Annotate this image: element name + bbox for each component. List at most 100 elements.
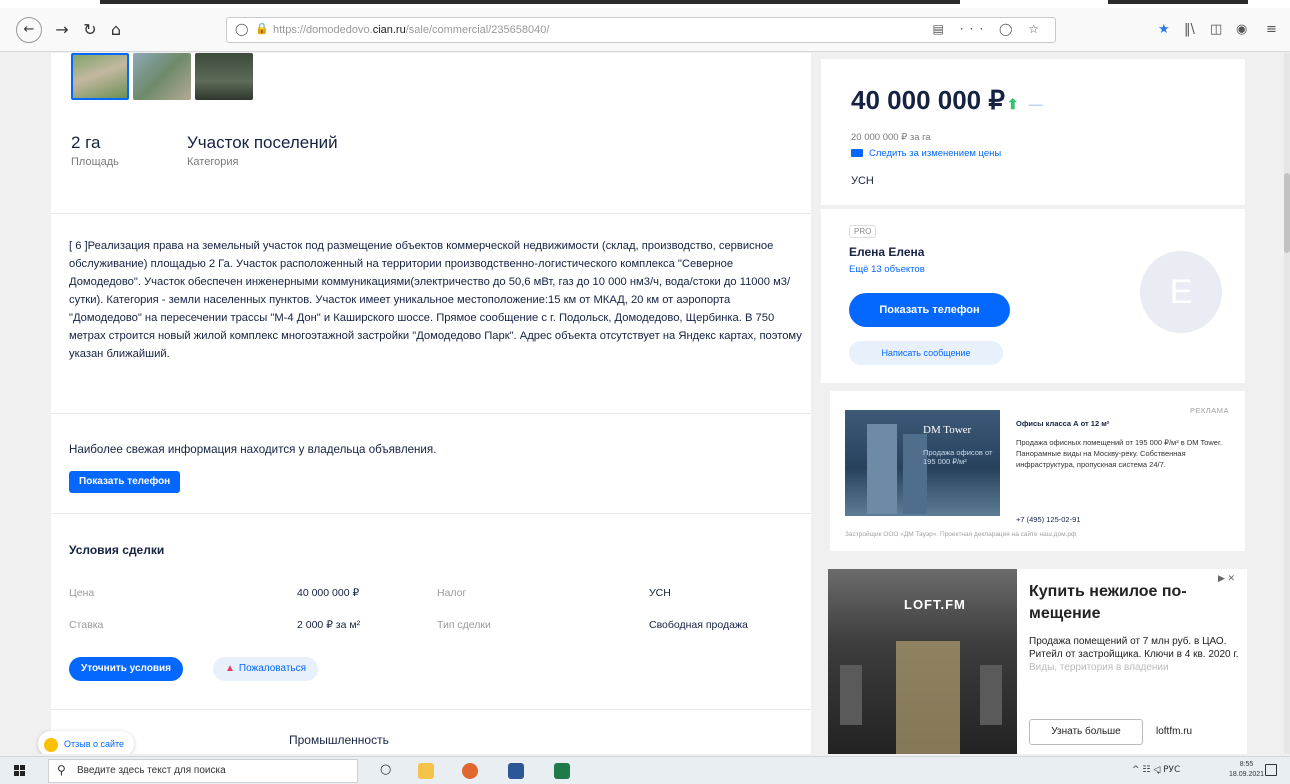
area-stat: 2 га Площадь: [71, 133, 119, 168]
follow-price-link[interactable]: Следить за изменением цены: [851, 148, 1001, 159]
ad-image-entrance: [896, 641, 960, 754]
warning-icon: ▲: [225, 663, 235, 674]
ad-title[interactable]: Офисы класса А от 12 м²: [1016, 419, 1109, 428]
ad-dm-tower[interactable]: DM Tower Продажа офисов от 195 000 ₽/м² …: [830, 391, 1245, 551]
condition-value: 40 000 000 ₽: [297, 587, 360, 599]
sidebar-icon[interactable]: ◫: [1210, 22, 1222, 37]
ad-domain[interactable]: loftfm.ru: [1156, 726, 1192, 737]
clock-time: 8:55: [1239, 761, 1254, 768]
thumbnail-2[interactable]: [133, 53, 191, 100]
extension-icon[interactable]: ★: [1158, 22, 1170, 37]
scrollbar-thumb[interactable]: [1284, 173, 1290, 253]
reload-icon[interactable]: ↻: [78, 18, 102, 42]
ad-image[interactable]: LOFT.FM: [828, 569, 1017, 754]
listing-card: 2 га Площадь Участок поселений Категория…: [51, 53, 811, 754]
task-view-icon[interactable]: ○: [380, 762, 391, 777]
description-text: [ 6 ]Реализация права на земельный участ…: [69, 240, 802, 360]
search-placeholder: Введите здесь текст для поиска: [77, 765, 226, 776]
industry-text: Промышленность: [289, 733, 389, 747]
firefox-icon[interactable]: [462, 763, 478, 779]
show-phone-button-small[interactable]: Показать телефон: [69, 471, 181, 493]
complain-button[interactable]: ▲ Пожаловаться: [213, 657, 319, 681]
lock-icon[interactable]: 🔒: [255, 22, 269, 35]
condition-key: Ставка: [69, 619, 104, 631]
reader-icon[interactable]: ▤: [933, 22, 950, 36]
tab-strip: [100, 0, 960, 4]
price: 40 000 000 ₽ ⬆ —: [851, 85, 1043, 116]
agent-name[interactable]: Елена Елена: [849, 245, 924, 259]
shield-icon[interactable]: ◯: [235, 22, 248, 36]
price-history-icon[interactable]: —: [1029, 96, 1043, 112]
vertical-scrollbar[interactable]: [1284, 53, 1290, 754]
window-top-strip: [0, 0, 1290, 8]
condition-value: Свободная продажа: [649, 619, 748, 631]
more-dots-icon[interactable]: ···: [960, 22, 989, 36]
windows-start-icon[interactable]: [14, 765, 26, 777]
price-value: 40 000 000 ₽: [851, 85, 1005, 115]
excel-icon[interactable]: [554, 763, 570, 779]
condition-key: Тип сделки: [437, 619, 491, 631]
ad-loftfm[interactable]: LOFT.FM ▶ ✕ Купить нежилое по-мещение Пр…: [828, 569, 1247, 754]
ad-text-main: Продажа помещений от 7 млн руб. в ЦАО. Р…: [1029, 636, 1239, 660]
price-card: 40 000 000 ₽ ⬆ — 20 000 000 ₽ за га Следит…: [821, 59, 1245, 205]
condition-key: Цена: [69, 587, 95, 599]
clarify-conditions-button[interactable]: Уточнить условия: [69, 657, 183, 681]
home-icon[interactable]: ⌂: [104, 18, 128, 42]
ad-text: Продажа помещений от 7 млн руб. в ЦАО. Р…: [1029, 635, 1239, 674]
pocket-icon[interactable]: ◯: [999, 22, 1018, 36]
ad-phone: +7 (495) 125-02-91: [1016, 515, 1081, 524]
show-phone-button[interactable]: Показать телефон: [849, 293, 1010, 327]
thumbnail-3[interactable]: [195, 53, 253, 100]
ad-image-window: [840, 665, 862, 725]
ad-image-window: [980, 665, 1002, 725]
price-per-unit: 20 000 000 ₽ за га: [851, 132, 931, 143]
menu-icon[interactable]: ≡: [1266, 22, 1277, 37]
category-stat: Участок поселений Категория: [187, 133, 338, 168]
divider: [51, 213, 811, 214]
smiley-icon: [44, 737, 58, 752]
learn-more-button[interactable]: Узнать больше: [1029, 719, 1143, 745]
ad-image-caption: Продажа офисов от 195 000 ₽/м²: [923, 448, 993, 466]
ad-brand: DM Tower: [923, 424, 972, 436]
write-message-button[interactable]: Написать сообщение: [849, 341, 1003, 365]
owner-note: Наиболее свежая информация находится у в…: [69, 443, 437, 456]
ad-image[interactable]: DM Tower Продажа офисов от 195 000 ₽/м²: [845, 410, 1000, 516]
ad-text: Продажа офисных помещений от 195 000 ₽/м…: [1016, 438, 1223, 469]
account-icon[interactable]: ◉: [1236, 22, 1247, 37]
url-text[interactable]: https://domodedovo.cian.ru/sale/commerci…: [273, 24, 549, 36]
notifications-icon[interactable]: [1265, 764, 1277, 776]
condition-value: УСН: [649, 587, 671, 599]
condition-key: Налог: [437, 587, 467, 599]
category-value: Участок поселений: [187, 133, 338, 152]
bookmark-star-icon[interactable]: ☆: [1028, 22, 1045, 36]
taskbar-search-input[interactable]: ⚲ Введите здесь текст для поиска: [48, 759, 358, 783]
ad-footer: Застройщик ООО «ДМ Тауэр». Проектная дек…: [845, 531, 1077, 538]
windows-logo-pane: [14, 765, 19, 770]
thumbnail-1[interactable]: [71, 53, 129, 100]
condition-value: 2 000 ₽ за м²: [297, 619, 361, 631]
word-icon[interactable]: [508, 763, 524, 779]
clock[interactable]: 8:55 18.09.2021: [1229, 760, 1264, 780]
back-arrow-icon[interactable]: ←: [16, 17, 42, 43]
library-icon[interactable]: ‖\: [1184, 22, 1195, 37]
file-explorer-icon[interactable]: [418, 763, 434, 779]
address-bar[interactable]: ◯ 🔒 https://domodedovo.cian.ru/sale/comm…: [226, 17, 1056, 43]
ad-title[interactable]: Купить нежилое по-мещение: [1029, 581, 1229, 625]
forward-arrow-icon[interactable]: →: [50, 18, 74, 42]
site-feedback-button[interactable]: Отзыв о сайте: [38, 731, 135, 754]
avatar: E: [1140, 251, 1222, 333]
complain-label: Пожаловаться: [238, 663, 307, 674]
ad-label: РЕКЛАМА: [1189, 406, 1229, 415]
category-label: Категория: [187, 156, 239, 168]
divider: [51, 709, 811, 710]
divider: [51, 413, 811, 414]
system-tray[interactable]: ^ ☷ ◁͉ РУС: [1132, 765, 1180, 775]
windows-logo-pane: [20, 771, 25, 776]
conditions-title: Условия сделки: [69, 543, 165, 557]
agent-more-objects-link[interactable]: Ещё 13 объектов: [849, 264, 925, 275]
follow-price-label: Следить за изменением цены: [869, 148, 1002, 159]
area-label: Площадь: [71, 156, 119, 168]
ad-logo: LOFT.FM: [904, 597, 966, 612]
tab-strip-right: [1108, 0, 1248, 4]
ad-image-tower: [903, 434, 927, 514]
